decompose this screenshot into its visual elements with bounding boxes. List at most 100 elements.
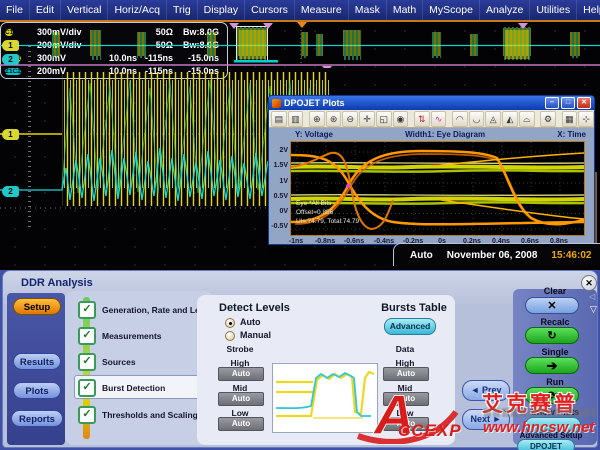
auto-radio-label[interactable]: Auto [240, 317, 261, 327]
next-button[interactable]: Next ► [462, 409, 510, 430]
plot-eye-icon[interactable]: ◠ [452, 111, 468, 127]
trigger-mode: Auto [410, 250, 433, 261]
nav-down-icon[interactable]: ▽ [590, 304, 597, 315]
oscilloscope-application: File Edit Vertical Horiz/Acq Trig Displa… [0, 0, 600, 450]
strobe-high-auto-button[interactable]: Auto [218, 367, 264, 381]
menu-myscope[interactable]: MyScope [423, 0, 480, 20]
zoom-cursor-icon[interactable]: ◉ [393, 111, 409, 127]
strobe-low-auto-button[interactable]: Auto [218, 417, 264, 431]
tab-plots[interactable]: Plots [13, 382, 61, 399]
tab-reports[interactable]: Reports [11, 410, 63, 427]
clear-button[interactable]: ✕ [525, 297, 579, 314]
trigger-marker [297, 22, 307, 28]
burst-preview-traces [273, 364, 375, 430]
plot-histogram-icon[interactable]: ◬ [485, 111, 501, 127]
clear-label: Clear [515, 286, 595, 296]
data-mid-auto-button[interactable]: Auto [383, 392, 429, 406]
zoom-box-icon[interactable]: ◱ [376, 111, 392, 127]
advanced-button[interactable]: Advanced [384, 318, 436, 335]
menu-analyze[interactable]: Analyze [480, 0, 530, 20]
auto-radio[interactable] [225, 318, 235, 328]
menu-trig[interactable]: Trig [167, 0, 198, 20]
menu-measure[interactable]: Measure [295, 0, 349, 20]
checkbox-icon[interactable]: ✓ [78, 301, 96, 319]
dpojet-close-button[interactable]: ✕ [577, 97, 591, 109]
ddr-analysis-panel: DDR Analysis Setup Results Plots Reports… [2, 270, 598, 448]
manual-radio-label[interactable]: Manual [240, 330, 271, 340]
y-tick: 0.5V [269, 193, 288, 200]
single-button[interactable]: ➔ [525, 357, 579, 374]
step-thresholds[interactable]: ✓ Thresholds and Scaling [78, 406, 198, 424]
manual-radio[interactable] [225, 331, 235, 341]
channel1-overview-marker[interactable]: 1 [2, 40, 19, 51]
checkbox-icon[interactable]: ✓ [78, 327, 96, 345]
dpojet-minimize-button[interactable]: – [545, 97, 559, 109]
overview-waveform [0, 22, 600, 68]
menu-display[interactable]: Display [198, 0, 245, 20]
menu-cursors[interactable]: Cursors [245, 0, 295, 20]
save-icon[interactable]: ▤ [271, 111, 287, 127]
panel-title: DDR Analysis [21, 277, 93, 289]
eye-annotation: UIs:74.79, Total:74.79 [296, 218, 359, 225]
step-burst-detection[interactable]: ✓ Burst Detection [78, 379, 165, 397]
channel1-zoom-marker[interactable]: 1 [2, 129, 19, 140]
eye-diagram-plot: Eye *All Bits Offset=0.856 UIs:74.79, To… [290, 141, 585, 236]
dpojet-title-bar[interactable]: DPOJET Plots – □ ✕ [269, 96, 594, 110]
menu-vertical[interactable]: Vertical [61, 0, 108, 20]
zoom-out-icon[interactable]: ⊖ [342, 111, 358, 127]
burst-preview-thumbnail [272, 363, 378, 433]
pan-icon[interactable]: ✛ [359, 111, 375, 127]
y-tick: -0.5V [269, 223, 288, 230]
menu-utilities[interactable]: Utilities [530, 0, 577, 20]
x-tick: -0.6ns [339, 238, 369, 245]
checkbox-icon[interactable]: ✓ [78, 379, 96, 397]
zoom-select-icon[interactable]: ⊛ [326, 111, 342, 127]
grid-icon[interactable]: ▦ [562, 111, 578, 127]
reset-icon[interactable]: ⊹ [578, 111, 594, 127]
dpojet-launch-button[interactable]: DPOJET [517, 439, 575, 450]
run-label: Run [515, 377, 595, 387]
plot-spectrum-icon[interactable]: ◭ [502, 111, 518, 127]
menu-file[interactable]: File [0, 0, 30, 20]
y-tick: 2V [269, 147, 288, 154]
cursors-icon[interactable]: ⇅ [414, 111, 430, 127]
menu-help[interactable]: Help [577, 0, 600, 20]
menu-mask[interactable]: Mask [349, 0, 387, 20]
menu-bar: File Edit Vertical Horiz/Acq Trig Displa… [0, 0, 600, 20]
y-tick: 1.5V [269, 162, 288, 169]
menu-edit[interactable]: Edit [30, 0, 61, 20]
data-column-heading: Data [380, 344, 430, 354]
single-label: Single [515, 347, 595, 357]
plot-title: Width1: Eye Diagram [405, 130, 485, 139]
plot-bathtub-icon[interactable]: ◡ [469, 111, 485, 127]
channel2-zoom-marker[interactable]: 2 [2, 186, 19, 197]
config-icon[interactable]: ⚙ [540, 111, 556, 127]
menu-horiz-acq[interactable]: Horiz/Acq [108, 0, 167, 20]
channel2-overview-marker[interactable]: 2 [2, 54, 19, 65]
dpojet-plots-window[interactable]: DPOJET Plots – □ ✕ ▤ ▥ ⊕ ⊛ ⊖ ✛ ◱ ◉ ⇅ ∿ ◠… [268, 95, 595, 245]
menu-math[interactable]: Math [387, 0, 423, 20]
status-time: 15:46:02 [551, 250, 591, 261]
prev-button[interactable]: ◄ Prev [462, 380, 510, 401]
recalc-button[interactable]: ↻ [525, 327, 579, 344]
plot-timetrend-icon[interactable]: ⌓ [519, 111, 535, 127]
tab-setup[interactable]: Setup [13, 298, 61, 315]
checkbox-icon[interactable]: ✓ [78, 406, 96, 424]
tab-results[interactable]: Results [13, 353, 61, 370]
run-button[interactable]: ⟳ [525, 387, 579, 404]
dpojet-maximize-button[interactable]: □ [561, 97, 575, 109]
print-icon[interactable]: ▥ [288, 111, 304, 127]
data-low-auto-button[interactable]: Auto [383, 417, 429, 431]
checkbox-icon[interactable]: ✓ [78, 353, 96, 371]
waveform-icon[interactable]: ∿ [431, 111, 447, 127]
dpojet-window-title: DPOJET Plots [284, 98, 345, 108]
vertical-ruler [28, 46, 31, 230]
step-generation[interactable]: ✓ Generation, Rate and Levels [78, 301, 216, 319]
strobe-mid-auto-button[interactable]: Auto [218, 392, 264, 406]
step-sources[interactable]: ✓ Sources [78, 353, 136, 371]
y-tick: 0V [269, 208, 288, 215]
dpojet-toolbar: ▤ ▥ ⊕ ⊛ ⊖ ✛ ◱ ◉ ⇅ ∿ ◠ ◡ ◬ ◭ ⌓ ⚙ ▦ ⊹ [269, 110, 594, 128]
data-high-auto-button[interactable]: Auto [383, 367, 429, 381]
zoom-in-icon[interactable]: ⊕ [309, 111, 325, 127]
step-measurements[interactable]: ✓ Measurements [78, 327, 162, 345]
